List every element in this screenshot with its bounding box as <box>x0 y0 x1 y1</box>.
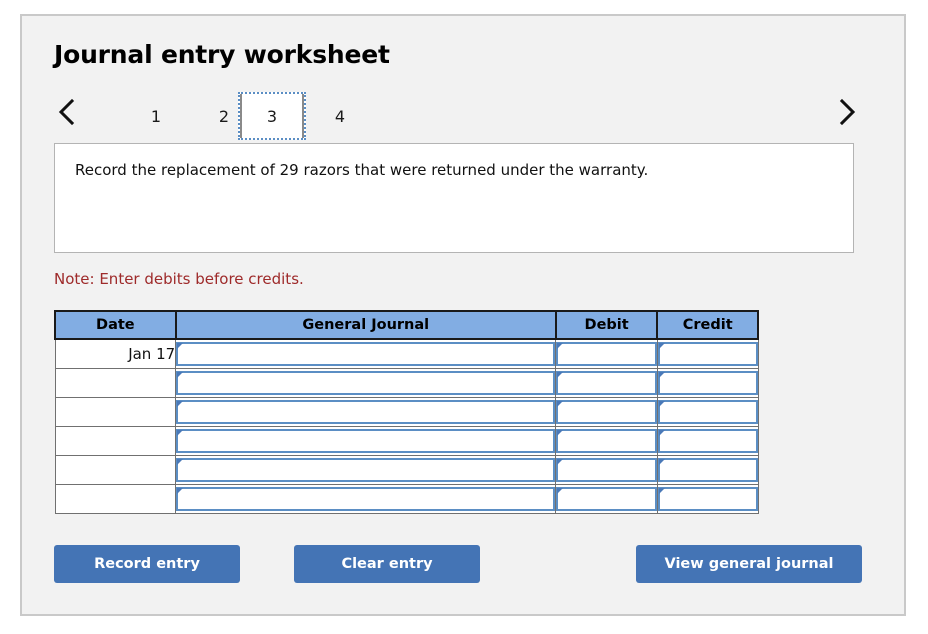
view-general-journal-button[interactable]: View general journal <box>636 545 862 583</box>
next-entry-arrow[interactable] <box>830 90 864 134</box>
general-journal-input-2[interactable] <box>176 400 556 424</box>
table-row <box>54 426 759 456</box>
dropdown-triangle-icon <box>177 372 184 384</box>
table-row <box>54 397 759 427</box>
credit-cell[interactable] <box>656 484 759 514</box>
table-row <box>54 484 759 514</box>
debit-input-3[interactable] <box>556 429 657 453</box>
worksheet-tab-3-label: 3 <box>266 106 278 126</box>
dropdown-triangle-icon <box>658 430 665 442</box>
general-journal-cell[interactable] <box>175 338 557 369</box>
dropdown-triangle-icon <box>557 488 564 500</box>
debit-input-0[interactable] <box>556 342 657 366</box>
chevron-right-icon <box>838 98 856 126</box>
dropdown-triangle-icon <box>658 488 665 500</box>
credit-cell[interactable] <box>656 338 759 369</box>
column-header-debit: Debit <box>554 310 659 340</box>
table-row <box>54 455 759 485</box>
credit-cell[interactable] <box>656 455 759 485</box>
debit-cell[interactable] <box>555 368 658 398</box>
worksheet-tab-2-label: 2 <box>218 106 230 126</box>
general-journal-input-1[interactable] <box>176 371 556 395</box>
dropdown-triangle-icon <box>177 488 184 500</box>
debit-cell[interactable] <box>555 397 658 427</box>
table-row: Jan 17 <box>54 338 759 369</box>
debits-before-credits-note: Note: Enter debits before credits. <box>54 270 304 288</box>
general-journal-cell[interactable] <box>175 484 557 514</box>
page-title: Journal entry worksheet <box>54 40 390 69</box>
worksheet-tab-4[interactable]: 4 <box>306 92 374 140</box>
journal-entry-table-wrapper: Date General Journal Debit Credit Jan 17 <box>54 310 759 514</box>
debit-cell[interactable] <box>555 338 658 369</box>
general-journal-input-5[interactable] <box>176 487 556 511</box>
credit-input-0[interactable] <box>657 342 758 366</box>
journal-entry-panel: Journal entry worksheet 1 2 3 4 Record t… <box>20 14 906 616</box>
general-journal-input-3[interactable] <box>176 429 556 453</box>
journal-entry-table: Date General Journal Debit Credit Jan 17 <box>54 310 759 514</box>
credit-input-5[interactable] <box>657 487 758 511</box>
date-cell[interactable] <box>54 397 177 427</box>
worksheet-tab-1[interactable]: 1 <box>122 92 190 140</box>
credit-cell[interactable] <box>656 426 759 456</box>
date-cell[interactable] <box>54 484 177 514</box>
worksheet-tab-1-label: 1 <box>150 106 162 126</box>
transaction-description-text: Record the replacement of 29 razors that… <box>75 161 649 179</box>
credit-input-4[interactable] <box>657 458 758 482</box>
worksheet-tab-3[interactable]: 3 <box>238 92 306 140</box>
dropdown-triangle-icon <box>177 401 184 413</box>
debit-input-5[interactable] <box>556 487 657 511</box>
debit-input-4[interactable] <box>556 458 657 482</box>
dropdown-triangle-icon <box>658 459 665 471</box>
previous-entry-arrow[interactable] <box>50 90 84 134</box>
record-entry-button[interactable]: Record entry <box>54 545 240 583</box>
general-journal-cell[interactable] <box>175 368 557 398</box>
worksheet-tab-strip: 1 2 3 4 <box>22 84 908 146</box>
table-row <box>54 368 759 398</box>
dropdown-triangle-icon <box>177 343 184 355</box>
credit-input-1[interactable] <box>657 371 758 395</box>
debit-cell[interactable] <box>555 426 658 456</box>
table-header-row: Date General Journal Debit Credit <box>54 310 759 340</box>
dropdown-triangle-icon <box>177 459 184 471</box>
dropdown-triangle-icon <box>658 401 665 413</box>
date-cell[interactable] <box>54 426 177 456</box>
credit-cell[interactable] <box>656 397 759 427</box>
credit-cell[interactable] <box>656 368 759 398</box>
credit-input-2[interactable] <box>657 400 758 424</box>
date-cell[interactable] <box>54 368 177 398</box>
debit-input-1[interactable] <box>556 371 657 395</box>
dropdown-triangle-icon <box>557 372 564 384</box>
credit-input-3[interactable] <box>657 429 758 453</box>
transaction-description-box: Record the replacement of 29 razors that… <box>54 143 854 253</box>
dropdown-triangle-icon <box>557 401 564 413</box>
date-cell[interactable]: Jan 17 <box>54 338 177 369</box>
debit-cell[interactable] <box>555 484 658 514</box>
debit-cell[interactable] <box>555 455 658 485</box>
dropdown-triangle-icon <box>658 343 665 355</box>
column-header-date: Date <box>54 310 177 340</box>
dropdown-triangle-icon <box>557 459 564 471</box>
dropdown-triangle-icon <box>557 430 564 442</box>
general-journal-input-0[interactable] <box>176 342 556 366</box>
column-header-general-journal: General Journal <box>174 310 557 340</box>
general-journal-cell[interactable] <box>175 397 557 427</box>
clear-entry-button[interactable]: Clear entry <box>294 545 480 583</box>
worksheet-tab-4-label: 4 <box>334 106 346 126</box>
dropdown-triangle-icon <box>658 372 665 384</box>
column-header-credit: Credit <box>656 310 759 340</box>
dropdown-triangle-icon <box>557 343 564 355</box>
general-journal-cell[interactable] <box>175 455 557 485</box>
chevron-left-icon <box>58 98 76 126</box>
general-journal-cell[interactable] <box>175 426 557 456</box>
dropdown-triangle-icon <box>177 430 184 442</box>
debit-input-2[interactable] <box>556 400 657 424</box>
date-cell[interactable] <box>54 455 177 485</box>
general-journal-input-4[interactable] <box>176 458 556 482</box>
